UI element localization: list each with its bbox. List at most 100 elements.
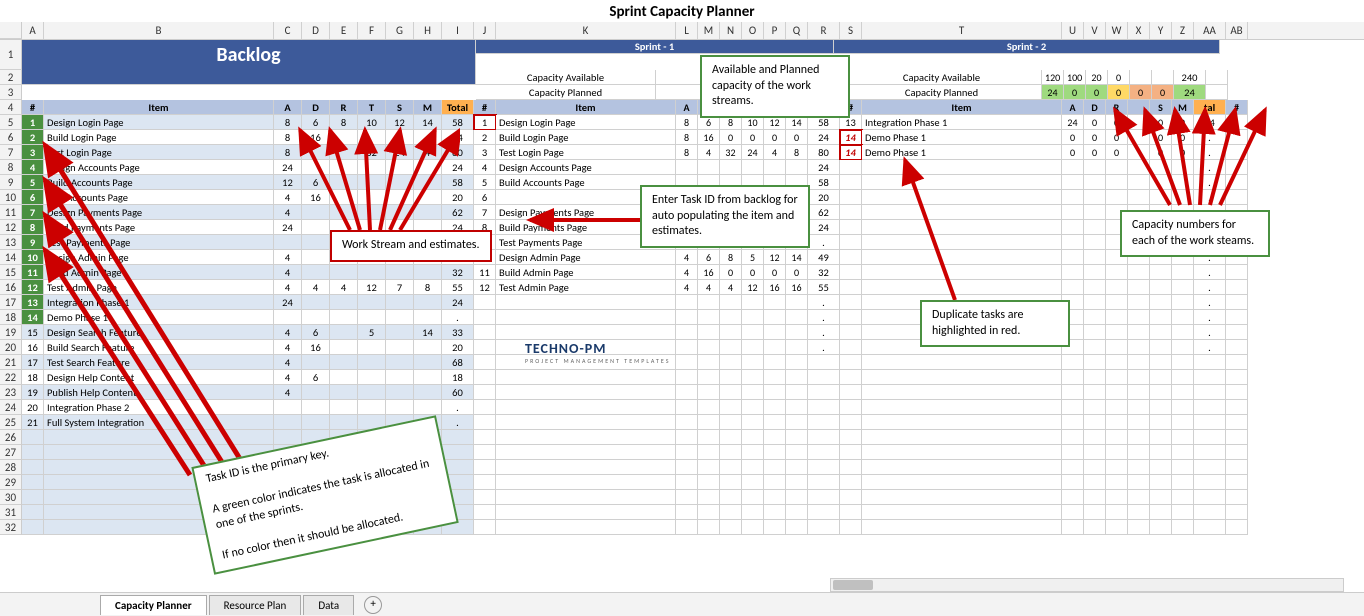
sprint1-id[interactable]: 4 [474, 160, 496, 175]
col-header-M[interactable]: M [698, 22, 720, 39]
col-header-T[interactable]: T [862, 22, 1062, 39]
task-id[interactable]: 17 [22, 355, 44, 370]
col-header-Q[interactable]: Q [786, 22, 808, 39]
task-item[interactable]: Demo Phase 1 [44, 310, 274, 325]
task-id[interactable]: 7 [22, 205, 44, 220]
col-header-W[interactable]: W [1106, 22, 1128, 39]
col-header-H[interactable]: H [414, 22, 442, 39]
col-header-S[interactable]: S [840, 22, 862, 39]
task-id[interactable]: 6 [22, 190, 44, 205]
sprint1-id[interactable]: 1 [474, 115, 496, 130]
sprint1-id[interactable]: 3 [474, 145, 496, 160]
col-header-I[interactable]: I [442, 22, 474, 39]
task-item[interactable]: Design Search Feature [44, 325, 274, 340]
task-item[interactable]: Test Admin Page [44, 280, 274, 295]
sprint1-id[interactable]: 5 [474, 175, 496, 190]
tab-data[interactable]: Data [303, 595, 354, 615]
col-header-B[interactable]: B [44, 22, 274, 39]
task-item[interactable]: Design Admin Page [44, 250, 274, 265]
sprint1-id[interactable]: 11 [474, 265, 496, 280]
task-item[interactable]: Full System Integration [44, 415, 274, 430]
task-item[interactable]: Build Accounts Page [44, 175, 274, 190]
col-header-L[interactable]: L [676, 22, 698, 39]
task-item[interactable]: Test Payments Page [44, 235, 274, 250]
task-item[interactable]: Integration Phase 1 [44, 295, 274, 310]
task-id[interactable]: 13 [22, 295, 44, 310]
col-header-D[interactable]: D [302, 22, 330, 39]
task-id[interactable]: 18 [22, 370, 44, 385]
task-item[interactable]: Design Payments Page [44, 205, 274, 220]
task-id[interactable]: 10 [22, 250, 44, 265]
col-header-E[interactable]: E [330, 22, 358, 39]
sprint1-id[interactable]: 6 [474, 190, 496, 205]
col-header-J[interactable]: J [474, 22, 496, 39]
task-id[interactable]: 4 [22, 160, 44, 175]
cap-label[interactable]: Capacity Planned [842, 85, 1042, 100]
sprint1-id[interactable]: 7 [474, 205, 496, 220]
task-id[interactable]: 5 [22, 175, 44, 190]
task-id[interactable]: 2 [22, 130, 44, 145]
task-id[interactable]: 9 [22, 235, 44, 250]
col-header-Y[interactable]: Y [1150, 22, 1172, 39]
task-id[interactable]: 16 [22, 340, 44, 355]
task-id[interactable]: 14 [22, 310, 44, 325]
task-item[interactable]: Publish Help Content [44, 385, 274, 400]
task-item[interactable]: Build Login Page [44, 130, 274, 145]
task-item[interactable]: Test Accounts Page [44, 190, 274, 205]
tab-resource-plan[interactable]: Resource Plan [209, 595, 302, 615]
col-header-P[interactable]: P [764, 22, 786, 39]
task-id[interactable]: 19 [22, 385, 44, 400]
cap-label[interactable]: Capacity Available [842, 70, 1042, 85]
task-id[interactable]: 20 [22, 400, 44, 415]
task-item[interactable]: Build Admin Page [44, 265, 274, 280]
sprint1-title[interactable]: Sprint - 1 [476, 40, 834, 54]
task-item[interactable]: Build Payments Page [44, 220, 274, 235]
col-header-AA[interactable]: AA [1194, 22, 1226, 39]
sprint1-id[interactable]: 2 [474, 130, 496, 145]
col-header-N[interactable]: N [720, 22, 742, 39]
task-item[interactable]: Design Help Content [44, 370, 274, 385]
horizontal-scrollbar[interactable] [830, 578, 1344, 592]
sprint2-id[interactable]: 14 [840, 130, 862, 145]
sprint1-id[interactable]: 12 [474, 280, 496, 295]
col-header-K[interactable]: K [496, 22, 676, 39]
column-headers: A B C D E F G H I J K L M N O P Q R S T … [0, 22, 1364, 40]
col-header-C[interactable]: C [274, 22, 302, 39]
cap-label[interactable]: Capacity Available [476, 70, 656, 85]
task-item[interactable]: Test Login Page [44, 145, 274, 160]
task-item[interactable]: Design Accounts Page [44, 160, 274, 175]
task-id[interactable]: 12 [22, 280, 44, 295]
task-id[interactable]: 8 [22, 220, 44, 235]
col-header-F[interactable]: F [358, 22, 386, 39]
col-header-X[interactable]: X [1128, 22, 1150, 39]
task-item[interactable]: Design Login Page [44, 115, 274, 130]
tab-capacity-planner[interactable]: Capacity Planner [100, 595, 207, 615]
add-sheet-button[interactable]: + [364, 596, 382, 614]
task-id[interactable]: 1 [22, 115, 44, 130]
backlog-title[interactable]: Backlog [22, 40, 476, 85]
col-header-R[interactable]: R [808, 22, 840, 39]
callout-capacity: Available and Planned capacity of the wo… [700, 55, 850, 118]
col-header-V[interactable]: V [1084, 22, 1106, 39]
task-id[interactable]: 21 [22, 415, 44, 430]
col-header-U[interactable]: U [1062, 22, 1084, 39]
callout-workstream: Work Stream and estimates. [330, 230, 492, 262]
sprint2-title[interactable]: Sprint - 2 [834, 40, 1220, 54]
callout-capnumbers: Capacity numbers for each of the work st… [1120, 210, 1270, 257]
task-item[interactable]: Test Search Feature [44, 355, 274, 370]
task-id[interactable]: 11 [22, 265, 44, 280]
select-all-corner[interactable] [0, 22, 22, 39]
col-header-O[interactable]: O [742, 22, 764, 39]
task-id[interactable]: 15 [22, 325, 44, 340]
col-header-Z[interactable]: Z [1172, 22, 1194, 39]
col-header-AB[interactable]: AB [1226, 22, 1248, 39]
col-header-G[interactable]: G [386, 22, 414, 39]
task-item[interactable]: Build Search Feature [44, 340, 274, 355]
task-id[interactable]: 3 [22, 145, 44, 160]
task-item[interactable]: Integration Phase 2 [44, 400, 274, 415]
logo: TECHNO-PM PROJECT MANAGEMENT TEMPLATES [525, 340, 670, 365]
col-header-A[interactable]: A [22, 22, 44, 39]
sprint2-id[interactable]: 14 [840, 145, 862, 160]
sheet-tabs: Capacity Planner Resource Plan Data + [0, 592, 1364, 616]
cap-label[interactable]: Capacity Planned [476, 85, 656, 100]
